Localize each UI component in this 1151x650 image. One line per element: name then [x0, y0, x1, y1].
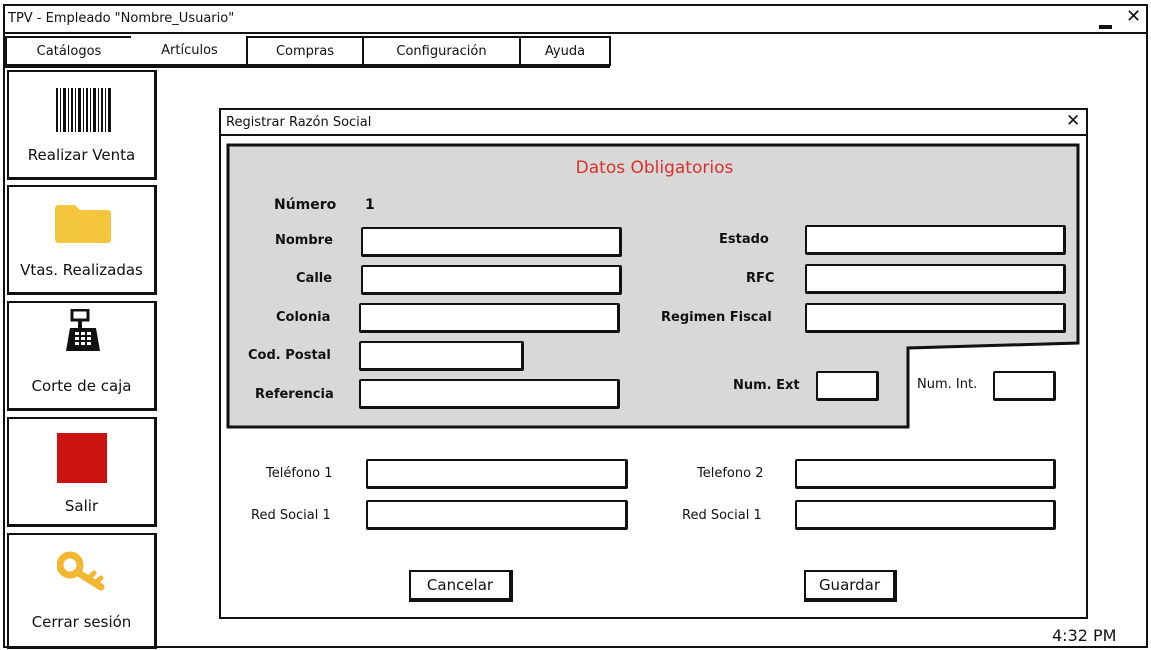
telefono-2-label: Telefono 2	[697, 466, 764, 481]
sidebar-item-vtas-realizadas[interactable]: Vtas. Realizadas	[7, 185, 157, 295]
numero-label: Número	[274, 197, 337, 213]
num-int-input[interactable]	[993, 371, 1056, 401]
dialog-title: Registrar Razón Social	[226, 115, 372, 130]
sidebar-item-corte-de-caja[interactable]: Corte de caja	[7, 301, 157, 411]
cancel-button[interactable]: Cancelar	[409, 570, 513, 602]
red-social-2-input[interactable]	[795, 500, 1056, 530]
folder-icon	[55, 205, 111, 243]
menu-bar-divider	[3, 66, 610, 68]
nombre-input[interactable]	[361, 227, 622, 257]
estado-input[interactable]	[805, 225, 1066, 255]
colonia-label: Colonia	[276, 310, 331, 325]
cod-postal-input[interactable]	[359, 341, 524, 371]
menu-item-compras[interactable]: Compras	[246, 36, 364, 66]
cod-postal-label: Cod. Postal	[248, 348, 331, 363]
minimize-icon[interactable]	[1099, 25, 1112, 29]
sidebar-item-label: Vtas. Realizadas	[20, 261, 143, 279]
colonia-input[interactable]	[359, 303, 620, 333]
num-int-label: Num. Int.	[917, 377, 978, 392]
num-ext-label: Num. Ext	[733, 378, 800, 393]
calle-label: Calle	[296, 271, 333, 286]
sidebar-item-realizar-venta[interactable]: Realizar Venta	[7, 70, 157, 180]
regimen-fiscal-input[interactable]	[805, 303, 1066, 333]
red-square-icon	[57, 433, 107, 483]
estado-label: Estado	[719, 232, 769, 247]
telefono-1-input[interactable]	[366, 459, 628, 489]
sidebar-item-label: Realizar Venta	[27, 146, 136, 164]
regimen-fiscal-label: Regimen Fiscal	[661, 310, 772, 325]
sidebar-item-salir[interactable]: Salir	[7, 417, 157, 527]
save-button[interactable]: Guardar	[804, 570, 897, 602]
telefono-1-label: Teléfono 1	[266, 466, 333, 481]
sidebar-item-label: Cerrar sesión	[31, 613, 132, 631]
barcode-icon	[56, 88, 111, 132]
close-icon[interactable]: ✕	[1066, 111, 1080, 131]
menu-item-catalogos[interactable]: Catálogos	[5, 36, 133, 66]
rfc-input[interactable]	[805, 264, 1066, 294]
numero-value: 1	[365, 197, 375, 213]
key-icon	[57, 551, 105, 591]
red-social-1-label: Red Social 1	[251, 508, 331, 523]
red-social-2-label: Red Social 1	[682, 508, 762, 523]
referencia-input[interactable]	[359, 379, 620, 409]
section-title: Datos Obligatorios	[575, 158, 734, 178]
rfc-label: RFC	[746, 271, 775, 286]
menu-item-ayuda[interactable]: Ayuda	[519, 36, 611, 66]
sidebar-item-cerrar-sesion[interactable]: Cerrar sesión	[7, 533, 157, 649]
nombre-label: Nombre	[275, 233, 333, 248]
menu-item-articulos[interactable]: Artículos	[131, 36, 248, 66]
calle-input[interactable]	[361, 265, 622, 295]
cash-register-icon	[66, 309, 100, 351]
red-social-1-input[interactable]	[366, 500, 628, 530]
close-icon[interactable]: ✕	[1126, 8, 1141, 26]
clock: 4:32 PM	[1052, 626, 1117, 645]
sidebar-item-label: Salir	[64, 497, 99, 515]
telefono-2-input[interactable]	[795, 459, 1056, 489]
menu-item-configuracion[interactable]: Configuración	[362, 36, 521, 66]
app-title: TPV - Empleado "Nombre_Usuario"	[8, 11, 235, 26]
referencia-label: Referencia	[255, 387, 334, 402]
num-ext-input[interactable]	[816, 371, 879, 401]
sidebar-item-label: Corte de caja	[31, 377, 132, 395]
